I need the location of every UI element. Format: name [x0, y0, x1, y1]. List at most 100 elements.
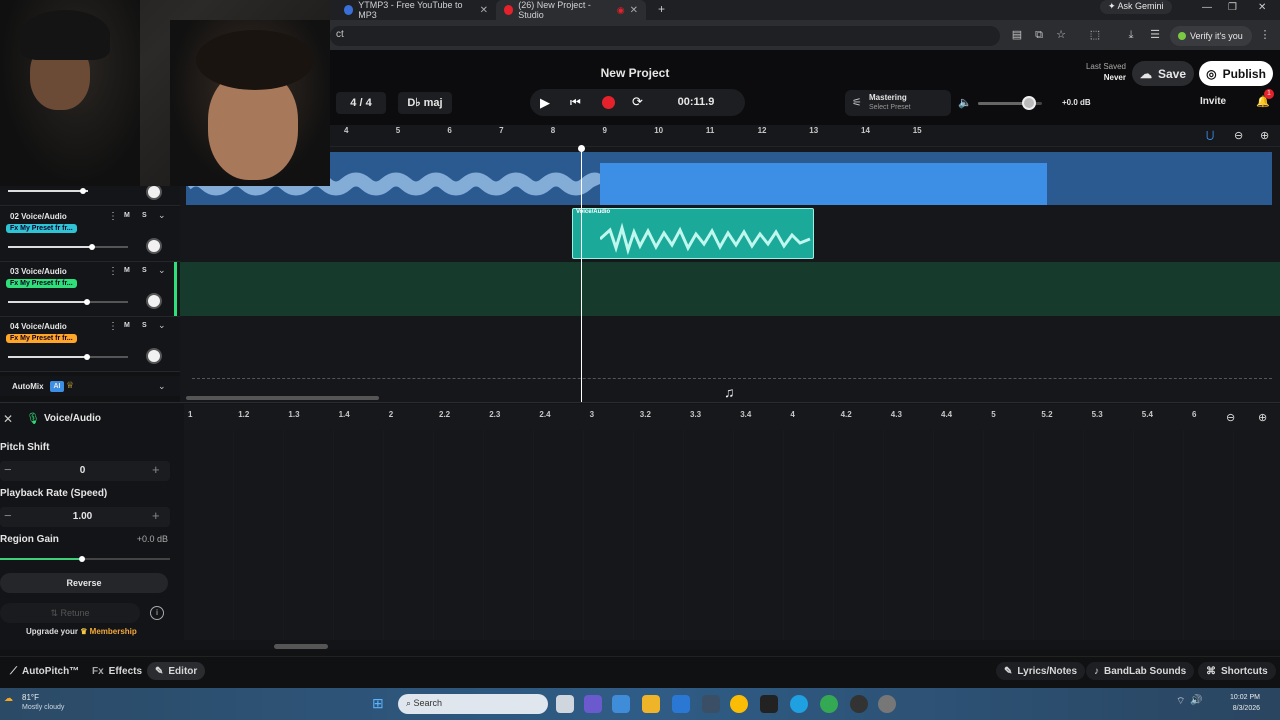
- tab-new-project[interactable]: (26) New Project - Studio ◉ ✕: [496, 0, 646, 20]
- wifi-icon[interactable]: ⌔: [1176, 695, 1185, 708]
- speaker-icon[interactable]: 🔈: [958, 96, 972, 109]
- track-01-selected-region[interactable]: [600, 163, 1047, 205]
- rate-increment-button[interactable]: +: [152, 508, 160, 523]
- track-01-volume-slider[interactable]: [8, 190, 88, 192]
- bookmark-star-icon[interactable]: ☆: [1054, 28, 1068, 42]
- close-editor-icon[interactable]: ✕: [3, 412, 13, 426]
- editor-scrollbar[interactable]: [274, 644, 328, 649]
- track-pan-knob[interactable]: [146, 348, 162, 364]
- settings-icon[interactable]: [878, 695, 896, 713]
- volume-icon[interactable]: 🔊: [1190, 695, 1202, 706]
- windows-start-icon[interactable]: ⊞: [372, 695, 384, 712]
- solo-button[interactable]: S: [142, 212, 147, 219]
- publish-button[interactable]: ◎ Publish: [1199, 61, 1273, 86]
- cast-icon[interactable]: ⧉: [1032, 28, 1046, 42]
- magnet-snap-icon[interactable]: ⋃: [1206, 130, 1214, 141]
- browser-menu-icon[interactable]: ⋮: [1258, 28, 1272, 42]
- save-button[interactable]: ☁ Save: [1132, 61, 1194, 86]
- rate-decrement-button[interactable]: −: [4, 508, 12, 523]
- track-fx-badge[interactable]: Fx My Preset fr fr...: [6, 224, 77, 233]
- automix-label[interactable]: AutoMix: [12, 382, 44, 391]
- app-icon[interactable]: [760, 695, 778, 713]
- edge-icon[interactable]: [790, 695, 808, 713]
- app-icon[interactable]: [612, 695, 630, 713]
- track-menu-icon[interactable]: ⋮: [108, 211, 118, 222]
- clock-time[interactable]: 10:02 PM: [1206, 694, 1260, 701]
- editor-zoom-out-icon[interactable]: ⊖: [1226, 411, 1235, 424]
- track-pan-knob[interactable]: [146, 238, 162, 254]
- editor-tab-button[interactable]: ✎ Editor: [147, 662, 206, 680]
- chrome-icon[interactable]: [730, 695, 748, 713]
- track-volume-thumb[interactable]: [89, 244, 95, 250]
- invite-button[interactable]: Invite: [1200, 96, 1226, 107]
- membership-link[interactable]: Membership: [90, 627, 137, 636]
- verify-button[interactable]: Verify it's you: [1170, 26, 1252, 46]
- track-menu-icon[interactable]: ⋮: [108, 266, 118, 277]
- effects-button[interactable]: Fx Effects: [84, 662, 150, 680]
- app-icon[interactable]: [702, 695, 720, 713]
- maximize-icon[interactable]: ❐: [1228, 2, 1237, 13]
- add-music-icon[interactable]: ♫: [724, 384, 735, 400]
- track-fx-badge[interactable]: Fx My Preset fr fr...: [6, 334, 77, 343]
- solo-button[interactable]: S: [142, 267, 147, 274]
- playhead-handle[interactable]: [578, 145, 585, 152]
- tracks-horizontal-scrollbar[interactable]: [186, 396, 379, 400]
- download-icon[interactable]: ⤓: [1124, 28, 1138, 42]
- app-icon[interactable]: [584, 695, 602, 713]
- url-field[interactable]: ct: [330, 26, 1000, 46]
- close-icon[interactable]: ✕: [630, 5, 638, 16]
- pitch-shift-value[interactable]: 0: [60, 465, 105, 476]
- reverse-button[interactable]: Reverse: [0, 573, 168, 593]
- minimize-icon[interactable]: —: [1202, 2, 1212, 13]
- new-tab-icon[interactable]: +: [658, 2, 665, 16]
- file-explorer-icon[interactable]: [642, 695, 660, 713]
- window-close-icon[interactable]: ✕: [1258, 2, 1266, 13]
- chevron-down-icon[interactable]: ⌄: [158, 210, 166, 221]
- add-track-dropzone[interactable]: [192, 378, 1272, 379]
- mute-button[interactable]: M: [124, 322, 130, 329]
- key-selector[interactable]: D♭ maj: [398, 92, 452, 114]
- app-icon[interactable]: [850, 695, 868, 713]
- pitch-increment-button[interactable]: +: [152, 462, 160, 477]
- loop-icon[interactable]: ⟳: [632, 94, 643, 110]
- autopitch-button[interactable]: ⟋ AutoPitch™: [2, 662, 87, 680]
- track-pan-knob[interactable]: [146, 293, 162, 309]
- chrome-icon[interactable]: [820, 695, 838, 713]
- editor-grid[interactable]: [184, 430, 1280, 640]
- play-icon[interactable]: ▶: [540, 95, 550, 111]
- playback-rate-value[interactable]: 1.00: [60, 511, 105, 522]
- solo-button[interactable]: S: [142, 322, 147, 329]
- chevron-down-icon[interactable]: ⌄: [158, 320, 166, 331]
- playlist-icon[interactable]: ☰: [1148, 28, 1162, 42]
- track-fx-badge[interactable]: Fx My Preset fr fr...: [6, 279, 77, 288]
- project-title[interactable]: New Project: [560, 66, 710, 80]
- zoom-in-icon[interactable]: ⊕: [1260, 129, 1269, 142]
- upgrade-text[interactable]: Upgrade your ♛ Membership: [26, 627, 137, 636]
- record-icon[interactable]: [602, 96, 615, 109]
- time-signature[interactable]: 4 / 4: [336, 92, 386, 114]
- track-name[interactable]: 04 Voice/Audio: [10, 322, 67, 331]
- chevron-down-icon[interactable]: ⌄: [158, 265, 166, 276]
- track-name[interactable]: 03 Voice/Audio: [10, 267, 67, 276]
- ask-gemini-button[interactable]: ✦ Ask Gemini: [1100, 0, 1172, 14]
- info-icon[interactable]: i: [150, 606, 164, 620]
- bandlab-sounds-button[interactable]: ♪ BandLab Sounds: [1086, 662, 1195, 680]
- region-gain-thumb[interactable]: [78, 556, 85, 562]
- retune-button[interactable]: ⇅ Retune: [0, 603, 140, 623]
- playhead[interactable]: [581, 148, 582, 404]
- taskbar-search[interactable]: ⌕ Search: [398, 694, 548, 714]
- track-name[interactable]: 02 Voice/Audio: [10, 212, 67, 221]
- close-icon[interactable]: ✕: [480, 5, 488, 16]
- reading-mode-icon[interactable]: ▤: [1010, 28, 1024, 42]
- lyrics-notes-button[interactable]: ✎ Lyrics/Notes: [996, 662, 1086, 680]
- mute-button[interactable]: M: [124, 212, 130, 219]
- skip-back-icon[interactable]: ⏮: [570, 95, 581, 110]
- chevron-down-icon[interactable]: ⌄: [158, 381, 166, 392]
- zoom-out-icon[interactable]: ⊖: [1234, 129, 1243, 142]
- tab-ytmp3[interactable]: YTMP3 - Free YouTube to MP3 ✕: [336, 0, 496, 20]
- track-01-volume-thumb[interactable]: [80, 188, 86, 194]
- task-view-icon[interactable]: [556, 695, 574, 713]
- app-icon[interactable]: [672, 695, 690, 713]
- pitch-decrement-button[interactable]: −: [4, 462, 12, 477]
- extensions-icon[interactable]: ⬚: [1088, 28, 1102, 42]
